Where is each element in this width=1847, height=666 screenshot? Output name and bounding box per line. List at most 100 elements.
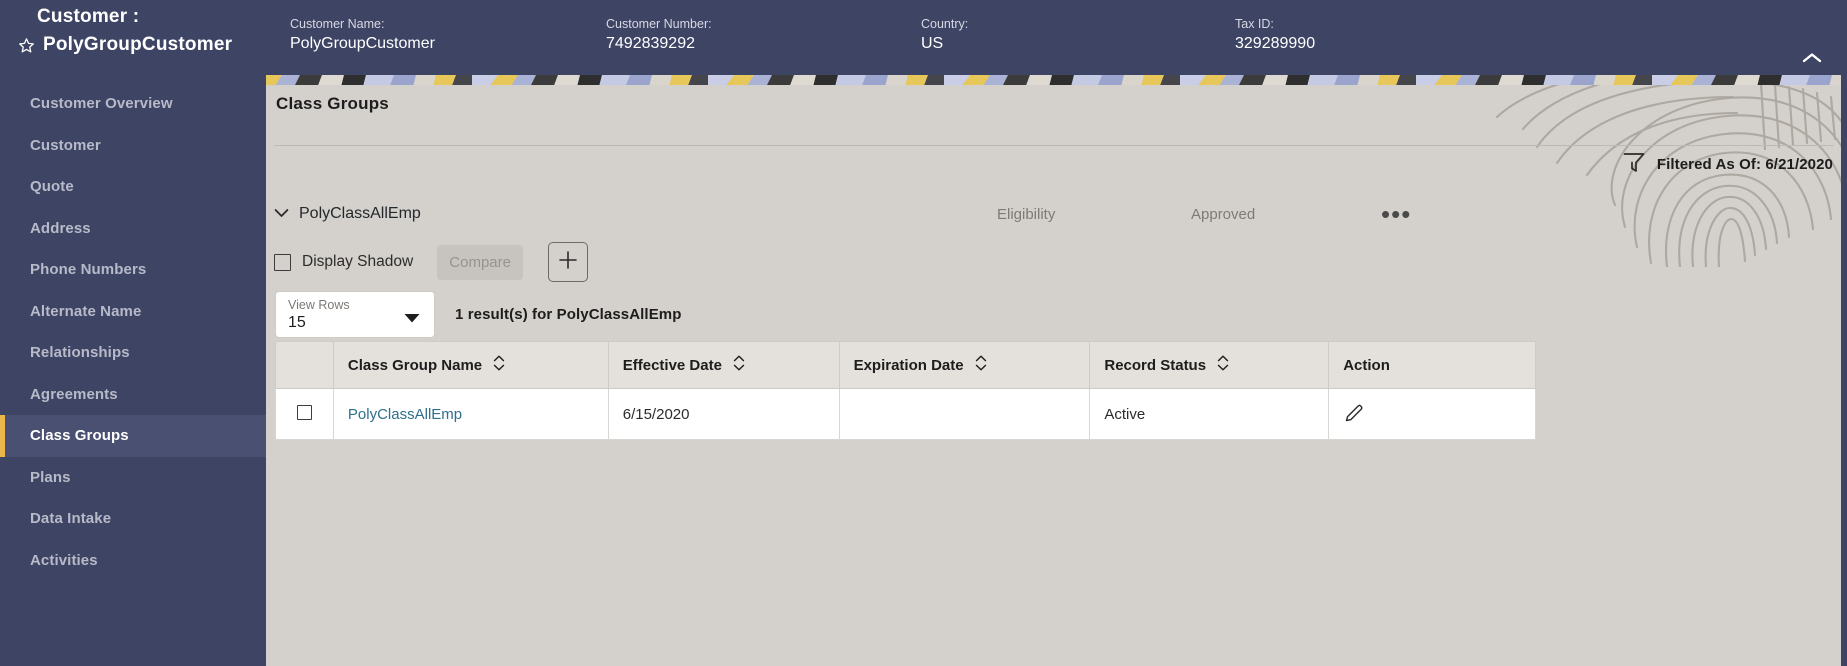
class-groups-table: Class Group Name Effective Date Expirati… [275,341,1536,440]
sidebar-item-label: Alternate Name [30,302,142,320]
sidebar-item-label: Agreements [30,385,118,403]
sidebar-item-alternate-name[interactable]: Alternate Name [0,291,266,333]
sidebar-item-label: Address [30,219,91,237]
column-label: Expiration Date [853,356,964,374]
sidebar-item-agreements[interactable]: Agreements [0,374,266,416]
header-field-customer-name: Customer Name: PolyGroupCustomer [290,16,435,55]
sidebar-item-class-groups[interactable]: Class Groups [0,415,266,457]
eligibility-column-label: Eligibility [997,206,1056,223]
field-value: 329289990 [1235,35,1316,52]
chevron-down-icon [274,205,289,223]
header-title-block: Customer : PolyGroupCustomer [18,4,318,56]
pencil-edit-icon[interactable] [1343,402,1365,424]
sidebar-item-address[interactable]: Address [0,208,266,250]
filtered-as-of-label: Filtered As Of: 6/21/2020 [1656,156,1833,173]
chevron-up-icon[interactable] [1799,45,1825,71]
view-rows-value: 15 [288,314,306,331]
chevron-down-icon [404,310,420,328]
sidebar-item-data-intake[interactable]: Data Intake [0,498,266,540]
star-outline-icon[interactable] [18,37,35,54]
class-group-section-header: PolyClassAllEmp Eligibility Approved ••• [266,200,1847,236]
field-label: Customer Number: [606,17,712,31]
sidebar-item-label: Data Intake [30,510,112,528]
sidebar-item-quote[interactable]: Quote [0,166,266,208]
field-value: 7492839292 [606,35,695,52]
section-name: PolyClassAllEmp [299,205,421,222]
add-class-group-button[interactable] [548,242,589,282]
checkbox-box [274,253,291,271]
sidebar-item-label: Phone Numbers [30,261,147,279]
panel-title: Class Groups [276,94,389,113]
compare-button[interactable]: Compare [437,244,524,280]
field-label: Customer Name: [290,17,385,31]
approved-column-label: Approved [1191,206,1256,223]
row-checkbox[interactable] [296,404,312,420]
display-shadow-checkbox[interactable]: Display Shadow [274,253,413,271]
main-content-panel: Class Groups Filtered As Of: 6/21/2020 P… [266,85,1847,666]
right-edge-strip [1841,0,1847,666]
section-toggle[interactable]: PolyClassAllEmp [274,205,421,223]
header-field-tax-id: Tax ID: 329289990 [1235,16,1315,55]
cell-effective-date: 6/15/2020 [607,388,840,440]
result-count-label: 1 result(s) for PolyClassAllEmp [455,306,682,323]
sort-updown-icon[interactable] [1217,355,1229,375]
cell-class-group-name: PolyClassAllEmp [332,388,609,440]
sidebar-nav-list: Customer Overview Customer Quote Address… [0,83,266,581]
view-rows-select[interactable]: View Rows 15 [275,291,435,338]
column-label: Record Status [1104,356,1207,374]
sidebar-item-label: Class Groups [30,427,129,445]
column-label: Action [1343,356,1390,374]
column-effective-date[interactable]: Effective Date [607,341,840,389]
sort-updown-icon[interactable] [733,355,745,375]
column-record-status[interactable]: Record Status [1089,341,1330,389]
sidebar-item-customer-overview[interactable]: Customer Overview [0,83,266,125]
field-value: US [921,35,944,52]
customer-name-heading: PolyGroupCustomer [43,34,233,55]
row-select-cell[interactable] [275,388,334,440]
header-field-country: Country: US [921,16,968,55]
sidebar-item-label: Quote [30,178,74,196]
sidebar-item-label: Plans [30,468,71,486]
table-header-row: Class Group Name Effective Date Expirati… [275,341,1536,389]
sidebar-item-activities[interactable]: Activities [0,540,266,582]
cell-record-status: Active [1089,388,1330,440]
customer-header: Customer : PolyGroupCustomer Customer Na… [0,0,1847,75]
sidebar-item-plans[interactable]: Plans [0,457,266,499]
header-field-customer-number: Customer Number: 7492839292 [606,16,712,55]
sidebar-item-label: Customer Overview [30,95,173,113]
sort-updown-icon[interactable] [493,355,505,375]
cell-expiration-date [838,388,1091,440]
column-select-all[interactable] [275,341,334,389]
table-header: Class Group Name Effective Date Expirati… [275,341,1536,389]
view-rows-label: View Rows [288,298,350,312]
field-label: Tax ID: [1235,17,1274,31]
display-shadow-label: Display Shadow [302,253,414,270]
sidebar-item-relationships[interactable]: Relationships [0,332,266,374]
column-label: Effective Date [622,356,722,374]
sidebar-item-label: Customer [30,136,101,154]
class-group-name-link[interactable]: PolyClassAllEmp [348,406,462,423]
table-body: PolyClassAllEmp 6/15/2020 Active [275,388,1536,440]
sidebar-item-label: Relationships [30,344,130,362]
section-toolbar: Display Shadow Compare [274,242,589,282]
column-expiration-date[interactable]: Expiration Date [838,341,1091,389]
main-sidebar: Customer Overview Customer Quote Address… [0,75,266,666]
sort-updown-icon[interactable] [975,355,987,375]
sidebar-item-label: Activities [30,551,98,569]
filter-funnel-icon[interactable] [1623,152,1645,177]
table-row[interactable]: PolyClassAllEmp 6/15/2020 Active [275,388,1536,440]
title-divider [274,145,1834,146]
filter-bar: Filtered As Of: 6/21/2020 [1623,152,1833,177]
sidebar-item-customer[interactable]: Customer [0,125,266,167]
sidebar-item-phone-numbers[interactable]: Phone Numbers [0,249,266,291]
field-label: Country: [921,17,969,31]
ellipsis-horizontal-icon[interactable]: ••• [1381,200,1411,228]
column-action: Action [1328,341,1536,389]
plus-icon [557,249,579,276]
cell-action [1328,388,1536,440]
column-class-group-name[interactable]: Class Group Name [332,341,609,389]
column-label: Class Group Name [347,356,483,374]
application-window: Customer : PolyGroupCustomer Customer Na… [0,0,1847,666]
field-value: PolyGroupCustomer [290,35,435,52]
page-title: Customer : [37,6,140,27]
